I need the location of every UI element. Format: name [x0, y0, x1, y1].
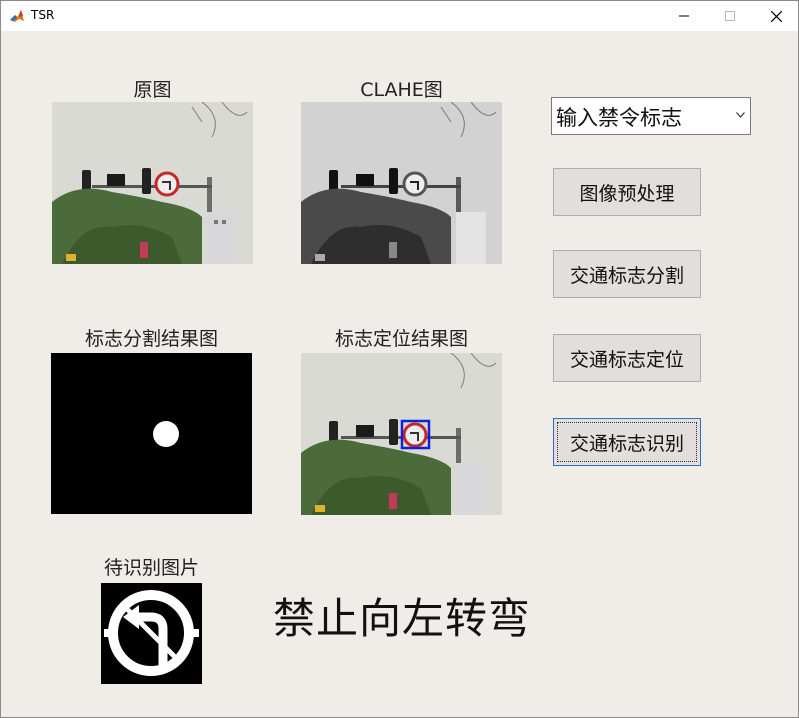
preprocess-button[interactable]: 图像预处理 [553, 168, 701, 216]
sign-type-select[interactable]: 输入禁令标志 [551, 97, 751, 135]
segmentation-title: 标志分割结果图 [84, 328, 218, 350]
app-window: TSR 原图 CLAHE图 标志分割结果图 标志定位结果图 待识别图片 输入禁令… [0, 0, 799, 718]
matlab-icon [10, 10, 24, 22]
clahe-image [301, 102, 502, 264]
title-bar: TSR [1, 1, 798, 31]
close-icon [770, 10, 782, 22]
maximize-button[interactable] [707, 1, 753, 31]
original-title: 原图 [133, 79, 172, 101]
chevron-down-icon [736, 112, 745, 118]
maximize-icon [725, 11, 735, 21]
sign-type-select-value: 输入禁令标志 [556, 106, 682, 130]
recognize-button[interactable]: 交通标志识别 [553, 418, 701, 466]
figure-content: 原图 CLAHE图 标志分割结果图 标志定位结果图 待识别图片 输入禁令标志 图… [1, 31, 798, 717]
original-image [52, 102, 253, 264]
to-recognize-title: 待识别图片 [103, 557, 199, 579]
localization-title: 标志定位结果图 [334, 328, 468, 350]
window-title: TSR [31, 8, 55, 22]
localization-image [301, 353, 502, 515]
recognition-result: 禁止向左转弯 [273, 594, 532, 643]
to-recognize-image [101, 583, 202, 684]
segment-button[interactable]: 交通标志分割 [553, 250, 701, 298]
locate-button[interactable]: 交通标志定位 [553, 334, 701, 382]
minimize-button[interactable] [661, 1, 707, 31]
segmentation-image [51, 353, 252, 514]
clahe-title: CLAHE图 [360, 79, 443, 101]
minimize-icon [679, 15, 689, 17]
close-button[interactable] [753, 1, 798, 31]
